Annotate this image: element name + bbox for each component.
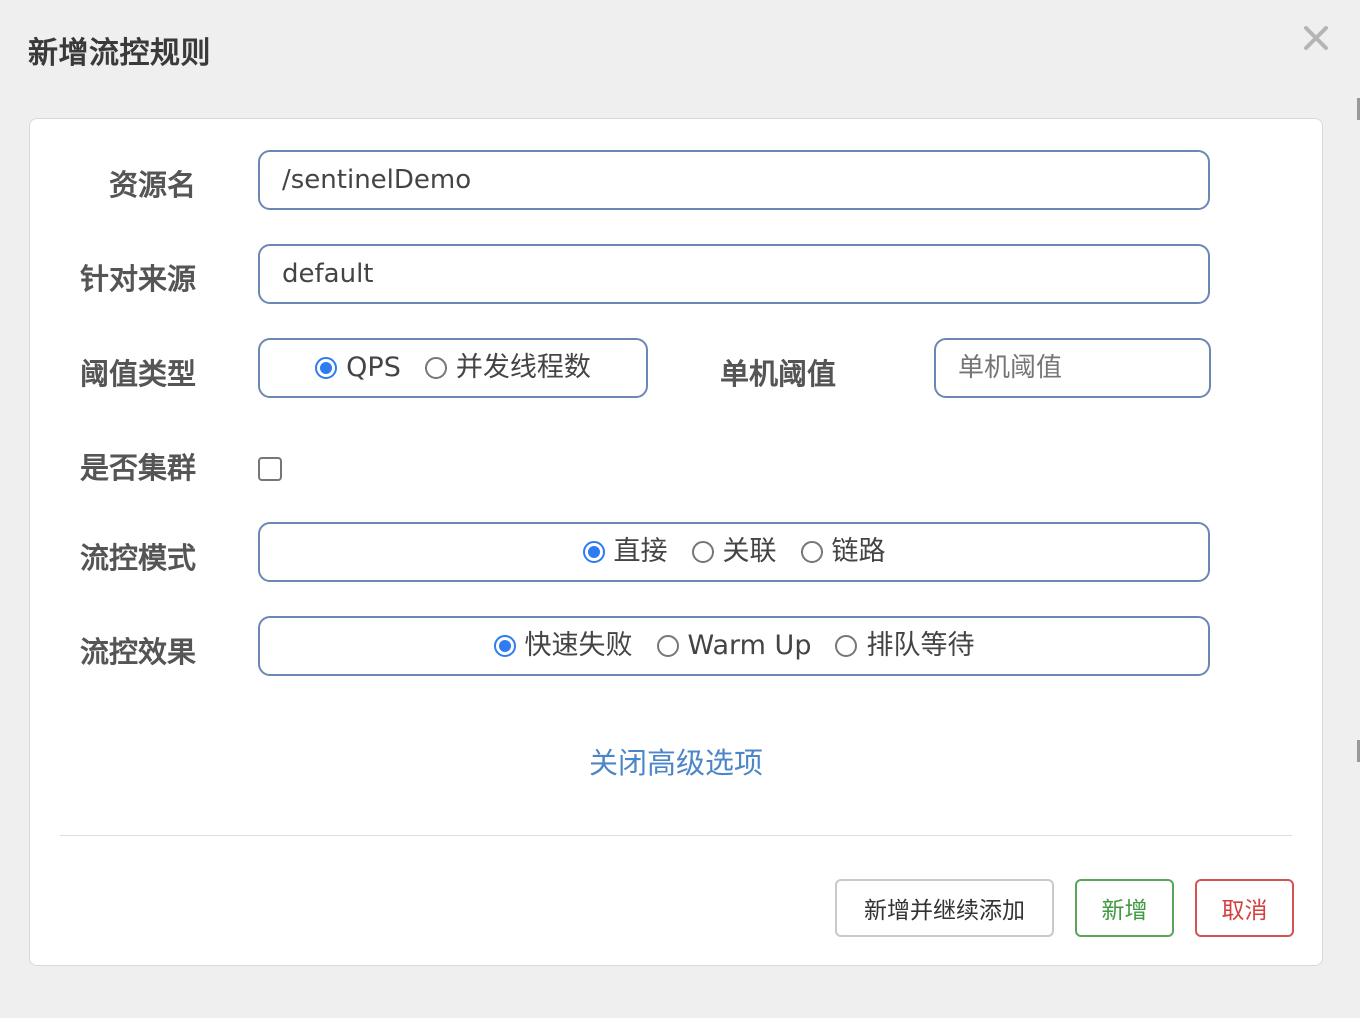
radio-selected-icon[interactable]: [315, 357, 338, 379]
radio-selected-icon[interactable]: [493, 635, 516, 657]
single-threshold-label: 单机阈值: [720, 357, 837, 391]
cluster-label: 是否集群: [79, 451, 196, 485]
strategy-option-relate[interactable]: 关联: [691, 534, 777, 570]
radio-unselected-icon[interactable]: [835, 635, 858, 657]
strategy-radio-group: 直接 关联 链路: [258, 522, 1210, 582]
strategy-option-label: 直接: [613, 536, 668, 567]
strategy-option-label: 关联: [722, 536, 777, 567]
control-behavior-option-label: Warm Up: [687, 630, 812, 661]
threshold-type-option-thread[interactable]: 并发线程数: [424, 350, 591, 386]
threshold-type-option-label: QPS: [346, 352, 401, 383]
threshold-type-option-label: 并发线程数: [455, 352, 591, 383]
strategy-option-chain[interactable]: 链路: [800, 534, 886, 570]
advanced-options-link[interactable]: 关闭高级选项: [30, 745, 1322, 781]
radio-selected-icon[interactable]: [582, 541, 605, 563]
limit-app-label: 针对来源: [79, 262, 196, 296]
close-icon[interactable]: [1298, 20, 1334, 56]
resource-name-input[interactable]: [258, 150, 1210, 210]
rule-form-panel: 资源名 针对来源 阈值类型 QPS 并发线程数 单机阈值 是否集群 流控模式 直…: [29, 118, 1323, 966]
strategy-label: 流控模式: [79, 541, 196, 575]
footer-divider: [60, 835, 1292, 836]
limit-app-input[interactable]: [258, 244, 1210, 304]
control-behavior-option-label: 快速失败: [524, 630, 633, 661]
add-and-continue-button[interactable]: 新增并继续添加: [835, 879, 1054, 937]
control-behavior-radio-group: 快速失败 Warm Up 排队等待: [258, 616, 1210, 676]
control-behavior-option-queue[interactable]: 排队等待: [835, 628, 974, 664]
radio-unselected-icon[interactable]: [424, 357, 447, 379]
control-behavior-option-fast-fail[interactable]: 快速失败: [493, 628, 633, 664]
radio-unselected-icon[interactable]: [800, 541, 823, 563]
strategy-option-direct[interactable]: 直接: [582, 534, 668, 570]
strategy-option-label: 链路: [831, 536, 886, 567]
threshold-type-option-qps[interactable]: QPS: [315, 350, 401, 386]
single-threshold-input[interactable]: [934, 338, 1211, 398]
threshold-type-label: 阈值类型: [79, 357, 196, 391]
cancel-button[interactable]: 取消: [1195, 879, 1294, 937]
add-button[interactable]: 新增: [1075, 879, 1174, 937]
radio-unselected-icon[interactable]: [691, 541, 714, 563]
radio-unselected-icon[interactable]: [656, 635, 679, 657]
resource-name-label: 资源名: [108, 168, 196, 202]
control-behavior-option-warm-up[interactable]: Warm Up: [656, 628, 812, 664]
control-behavior-label: 流控效果: [79, 635, 196, 669]
control-behavior-option-label: 排队等待: [866, 630, 975, 661]
cluster-checkbox[interactable]: [258, 457, 282, 481]
threshold-type-radio-group: QPS 并发线程数: [258, 338, 648, 398]
dialog-title: 新增流控规则: [28, 36, 211, 71]
